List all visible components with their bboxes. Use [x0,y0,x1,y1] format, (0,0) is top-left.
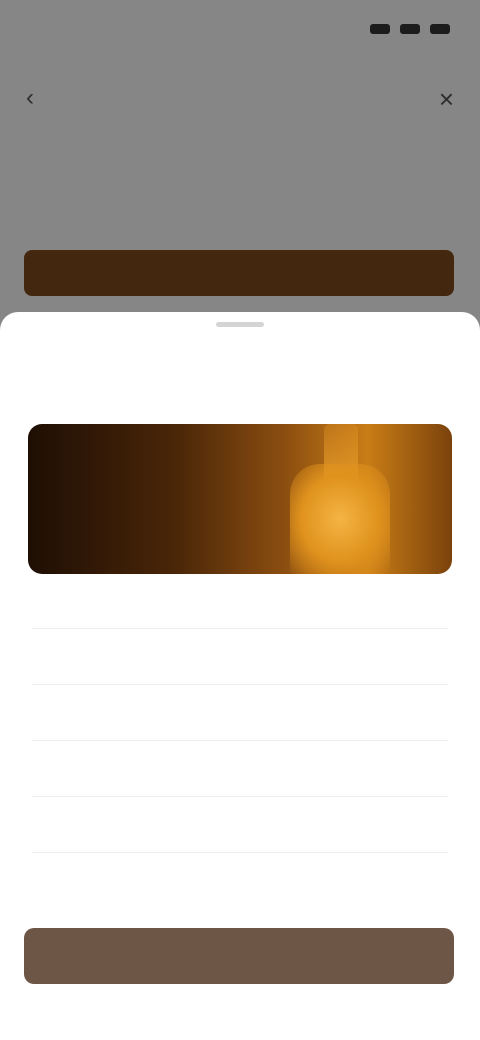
divider [32,852,448,853]
divider [32,796,448,797]
bottom-sheet [0,312,480,1040]
divider [32,740,448,741]
primary-action-button[interactable] [24,928,454,984]
dim-overlay[interactable] [0,0,480,330]
drag-handle[interactable] [216,322,264,327]
divider [32,628,448,629]
product-image [28,424,452,574]
bottle-icon [290,464,390,574]
divider [32,684,448,685]
